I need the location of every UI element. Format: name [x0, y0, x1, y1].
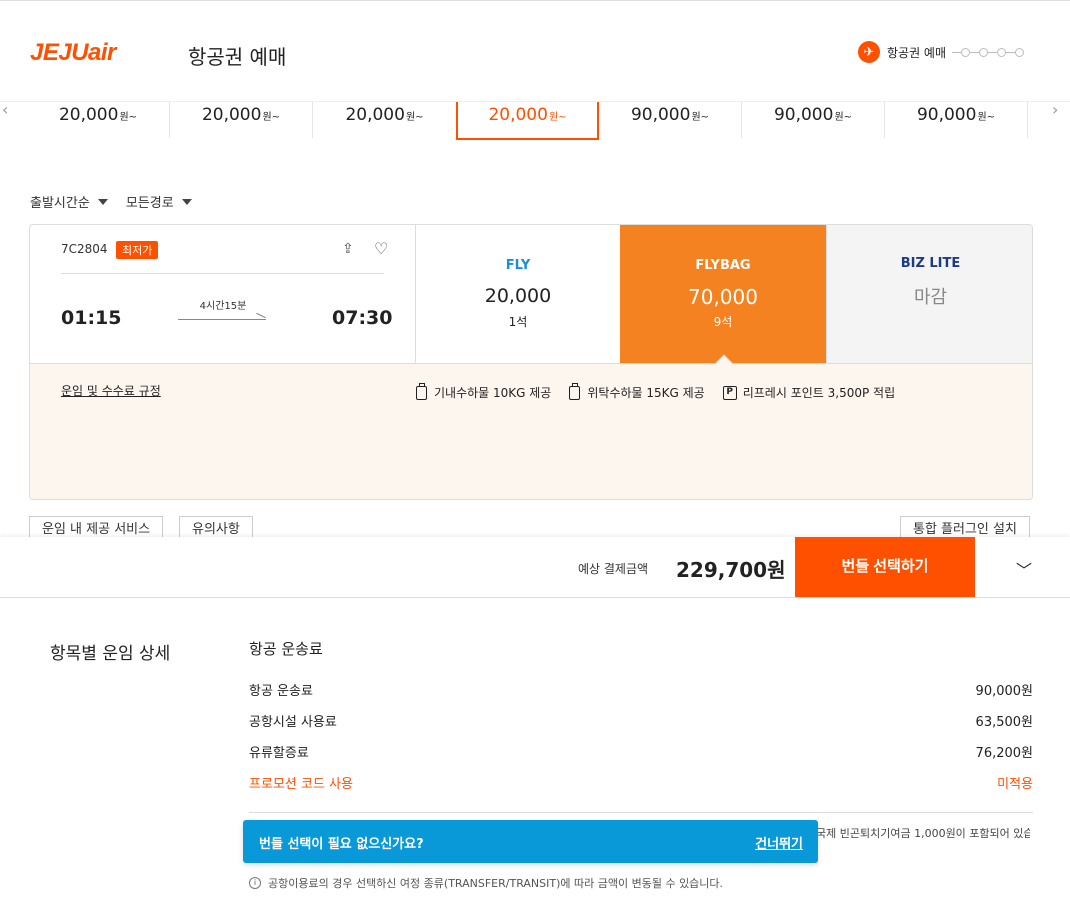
route-filter-dropdown[interactable]: 모든경로 [126, 192, 192, 211]
fare-name: FLYBAG [695, 258, 751, 273]
fee-row: 유류할증료 76,200원 [249, 742, 1033, 762]
fee-note: 국제 빈곤퇴치기여금 1,000원이 포함되어 있습 [816, 827, 1030, 840]
toast-text: 번들 선택이 필요 없으신가요? [259, 837, 424, 852]
fare-name: FLY [505, 258, 531, 273]
fee-row: 공항시설 사용료 63,500원 [249, 711, 1033, 731]
caret-down-icon [181, 198, 192, 205]
step-label: 항공권 예매 [887, 45, 947, 60]
fare-rule-link[interactable]: 운임 및 수수료 규정 [61, 382, 161, 399]
info-icon: i [249, 877, 261, 889]
fare-seats: 1석 [508, 315, 528, 329]
benefit-item: 위탁수하물 15KG 제공 [569, 382, 705, 401]
step-progress [952, 47, 1025, 57]
fare-name: BIZ LITE [900, 256, 961, 271]
skip-link[interactable]: 건너뛰기 [755, 833, 803, 852]
fee-value: 90,000원 [975, 684, 1033, 699]
next-arrow-icon[interactable]: › [1052, 100, 1058, 119]
total-amount: 229,700원 [676, 558, 786, 582]
fee-label: 공항시설 사용료 [249, 715, 337, 730]
date-cell-selected[interactable]: 20,000원~ [456, 102, 599, 140]
fare-biz-lite: BIZ LITE 마감 [826, 225, 1032, 363]
site-header: JEJUair 항공권 예매 ✈ 항공권 예매 [0, 0, 1070, 102]
chevron-down-icon[interactable]: ﹀ [1016, 557, 1032, 581]
checked-bag-icon [569, 382, 581, 400]
point-icon: P [722, 385, 737, 400]
route-line [178, 319, 266, 320]
date-cell[interactable]: 90,000원~ [885, 102, 1028, 138]
section-title: 항공 운송료 [249, 640, 323, 658]
sort-bar: 출발시간순 모든경로 [30, 192, 210, 211]
departure-time: 01:15 [61, 307, 122, 329]
fare-closed-status: 마감 [913, 287, 948, 308]
fare-price: 20,000 [484, 285, 552, 307]
select-bundle-button[interactable]: 번들 선택하기 [795, 537, 975, 597]
jejuair-logo[interactable]: JEJUair [30, 39, 116, 67]
booking-steps: ✈ 항공권 예매 [858, 41, 1025, 63]
airplane-icon: ✈ [858, 41, 880, 63]
sort-time-dropdown[interactable]: 출발시간순 [30, 192, 108, 211]
share-icon[interactable]: ⇪ [342, 241, 354, 257]
fee-value: 76,200원 [975, 746, 1033, 761]
prev-arrow-icon[interactable]: ‹ [2, 100, 8, 119]
page-title: 항공권 예매 [188, 45, 287, 69]
date-cell[interactable]: 20,000원~ [313, 102, 456, 138]
breakdown-title: 항목별 운임 상세 [50, 644, 171, 664]
fare-seats: 9석 [713, 315, 733, 329]
divider [249, 812, 1033, 813]
route-arrow-icon [256, 312, 266, 319]
date-cell[interactable]: 20,000원~ [27, 102, 170, 138]
fee-label: 유류할증료 [249, 746, 309, 761]
date-price-strip: ‹ 20,000원~ 20,000원~ 20,000원~ 20,000원~ 90… [0, 100, 1070, 142]
fee-row: 항공 운송료 90,000원 [249, 680, 1033, 700]
total-label: 예상 결제금액 [578, 562, 649, 576]
fee-row-promo: 프로모션 코드 사용 미적용 [249, 773, 1033, 793]
flight-card: 7C2804 최저가 ⇪ ♡ 01:15 4시간15분 07:30 FLY 20… [29, 224, 1033, 500]
benefit-item: P 리프레시 포인트 3,500P 적립 [722, 384, 895, 401]
fare-flybag-selected[interactable]: FLYBAG 70,000 9석 [620, 225, 826, 363]
fare-detail-panel: 운임 및 수수료 규정 기내수하물 10KG 제공 위탁수하물 15KG 제공 … [30, 354, 1032, 499]
fare-fly[interactable]: FLY 20,000 1석 [416, 225, 620, 363]
skip-bundle-toast: 번들 선택이 필요 없으신가요? 건너뛰기 [243, 820, 818, 863]
fare-benefits: 기내수하물 10KG 제공 위탁수하물 15KG 제공 P 리프레시 포인트 3,… [416, 382, 913, 401]
fee-label: 항공 운송료 [249, 684, 313, 699]
heart-icon[interactable]: ♡ [374, 239, 388, 258]
date-cell[interactable]: 90,000원~ [742, 102, 885, 138]
airport-fee-note: i 공항이용료의 경우 선택하신 여정 종류(TRANSFER/TRANSIT)… [249, 875, 723, 891]
date-cell[interactable]: 20,000원~ [170, 102, 313, 138]
total-price-bar: 예상 결제금액 229,700원 번들 선택하기 ﹀ [0, 537, 1070, 598]
divider [61, 273, 384, 274]
fare-price: 70,000 [688, 285, 758, 309]
flight-duration: 4시간15분 [199, 301, 247, 312]
carry-on-bag-icon [416, 382, 427, 400]
fee-label: 프로모션 코드 사용 [249, 777, 353, 792]
fee-value: 63,500원 [975, 715, 1033, 730]
flight-number: 7C2804 [61, 242, 108, 256]
info-tabs: 운임 내 제공 서비스 유의사항 통합 플러그인 설치 [29, 516, 1033, 546]
benefit-item: 기내수하물 10KG 제공 [416, 382, 551, 401]
date-cell[interactable]: 90,000원~ [599, 102, 742, 138]
caret-down-icon [97, 198, 108, 205]
arrival-time: 07:30 [332, 307, 393, 329]
fee-value: 미적용 [997, 777, 1033, 792]
flight-info: 7C2804 최저가 ⇪ ♡ 01:15 4시간15분 07:30 [30, 225, 416, 363]
lowest-price-badge: 최저가 [116, 241, 159, 259]
